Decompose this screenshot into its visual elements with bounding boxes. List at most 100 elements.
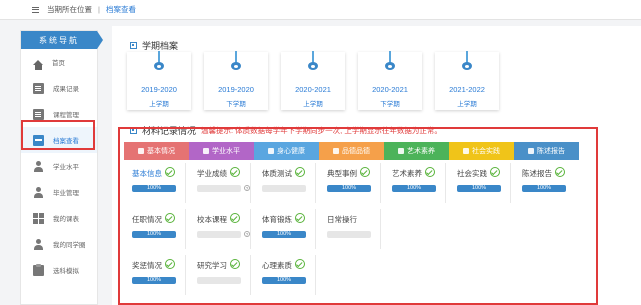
term-card[interactable]: 2019-2020 下学期 [204, 51, 268, 110]
record-cell[interactable]: 校本课程? [189, 209, 251, 249]
check-icon [165, 213, 175, 223]
sidebar-item-achievements[interactable]: 成果记录 [21, 75, 97, 101]
main-content: 学期档案 2019-2020 上学期 2019-2020 下学期 2020-20… [112, 26, 641, 305]
progress-bar: 100% [132, 277, 176, 284]
check-icon [425, 167, 435, 177]
check-icon [360, 167, 370, 177]
record-name: 学业成绩 [197, 169, 227, 178]
record-cell[interactable]: 体质测试 [254, 163, 316, 203]
sidebar-item-academic-level[interactable]: 学业水平 [21, 153, 97, 179]
tab-health[interactable]: 身心健康 [254, 142, 319, 160]
progress-bar: 100% [392, 185, 436, 192]
breadcrumb-separator: | [98, 5, 100, 14]
sidebar-item-label: 成果记录 [53, 86, 79, 93]
record-cell[interactable]: 艺术素养 100% [384, 163, 446, 203]
progress-bar [197, 277, 241, 284]
user-icon [33, 238, 44, 250]
schedule-icon [33, 212, 44, 224]
tab-basic-info[interactable]: 基本情况 [124, 142, 189, 160]
record-cell[interactable]: 陈述报告 100% [514, 163, 576, 203]
term-card[interactable]: 2019-2020 上学期 [127, 51, 191, 110]
help-icon[interactable]: ? [244, 185, 250, 191]
sidebar-item-graduation[interactable]: 毕业管理 [21, 179, 97, 205]
check-icon [555, 167, 565, 177]
check-icon [295, 259, 305, 269]
progress-bar [327, 231, 371, 238]
breadcrumb: 当期所在位置 | 档案查看 [0, 0, 641, 20]
term-year: 2021-2022 [449, 85, 485, 94]
menu-icon[interactable] [32, 6, 39, 13]
user-icon [33, 186, 44, 198]
record-cell[interactable]: 心理素质 100% [254, 255, 316, 295]
progress-bar [197, 185, 241, 192]
sidebar-item-label: 选科模拟 [53, 268, 79, 275]
term-half: 上学期 [149, 101, 169, 108]
record-cell[interactable]: 典型事例 100% [319, 163, 381, 203]
term-card[interactable]: 2021-2022 上学期 [435, 51, 499, 110]
check-icon [230, 167, 240, 177]
tab-icon [203, 148, 209, 154]
check-icon [165, 259, 175, 269]
tab-label: 陈述报告 [537, 148, 565, 155]
category-tabs: 基本情况 学业水平 身心健康 品德品德 艺术素养 社会实践 陈述报告 [124, 142, 579, 160]
tab-icon [463, 148, 469, 154]
term-year: 2019-2020 [141, 85, 177, 94]
record-cell[interactable]: 研究学习 [189, 255, 251, 295]
sidebar-item-schedule[interactable]: 我的课表 [21, 205, 97, 231]
pin-icon [150, 51, 168, 71]
record-name: 社会实践 [457, 169, 487, 178]
term-year: 2020-2021 [372, 85, 408, 94]
tab-label: 基本情况 [147, 148, 175, 155]
check-icon [295, 167, 305, 177]
active-item-highlight [21, 120, 95, 150]
record-cell[interactable]: 基本信息 100% [124, 163, 186, 203]
record-cell[interactable]: 任职情况 100% [124, 209, 186, 249]
tab-arts[interactable]: 艺术素养 [384, 142, 449, 160]
section-icon [130, 42, 137, 49]
record-name: 基本信息 [132, 169, 162, 178]
record-name: 典型事例 [327, 169, 357, 178]
progress-value: 100% [132, 277, 176, 284]
help-icon[interactable]: ? [244, 231, 250, 237]
edit-icon [33, 82, 44, 94]
term-card[interactable]: 2020-2021 上学期 [281, 51, 345, 110]
tab-self-report[interactable]: 陈述报告 [514, 142, 579, 160]
term-year: 2019-2020 [218, 85, 254, 94]
record-cell[interactable]: 奖惩情况 100% [124, 255, 186, 295]
progress-bar [197, 231, 241, 238]
record-name: 奖惩情况 [132, 261, 162, 270]
sidebar-item-home[interactable]: 首页 [21, 49, 97, 75]
term-card[interactable]: 2020-2021 下学期 [358, 51, 422, 110]
record-name: 心理素质 [262, 261, 292, 270]
record-name: 日常操行 [327, 215, 357, 224]
breadcrumb-current[interactable]: 档案查看 [106, 4, 136, 15]
record-cell[interactable]: 体育锻炼 100% [254, 209, 316, 249]
record-name: 研究学习 [197, 261, 227, 270]
tab-label: 品德品德 [342, 148, 370, 155]
progress-value: 100% [262, 277, 306, 284]
tab-social-practice[interactable]: 社会实践 [449, 142, 514, 160]
tab-character[interactable]: 品德品德 [319, 142, 384, 160]
progress-bar: 100% [262, 277, 306, 284]
check-icon [490, 167, 500, 177]
record-cell[interactable]: 社会实践 100% [449, 163, 511, 203]
sidebar-item-label: 学业水平 [53, 164, 79, 171]
sidebar-item-subject-simulation[interactable]: 选科模拟 [21, 257, 97, 283]
record-name: 艺术素养 [392, 169, 422, 178]
tab-icon [398, 148, 404, 154]
progress-value: 100% [457, 185, 501, 192]
progress-value: 100% [327, 185, 371, 192]
tab-academic[interactable]: 学业水平 [189, 142, 254, 160]
clipboard-icon [33, 263, 44, 276]
sidebar-item-classmates[interactable]: 我的同学圈 [21, 231, 97, 257]
progress-value: 100% [132, 185, 176, 192]
progress-bar: 100% [262, 231, 306, 238]
term-half: 下学期 [380, 101, 400, 108]
tab-icon [268, 148, 274, 154]
sidebar-item-label: 毕业管理 [53, 190, 79, 197]
pin-icon [458, 51, 476, 71]
record-cell[interactable]: 日常操行 [319, 209, 381, 249]
course-icon [33, 108, 44, 120]
record-name: 任职情况 [132, 215, 162, 224]
record-cell[interactable]: 学业成绩? [189, 163, 251, 203]
